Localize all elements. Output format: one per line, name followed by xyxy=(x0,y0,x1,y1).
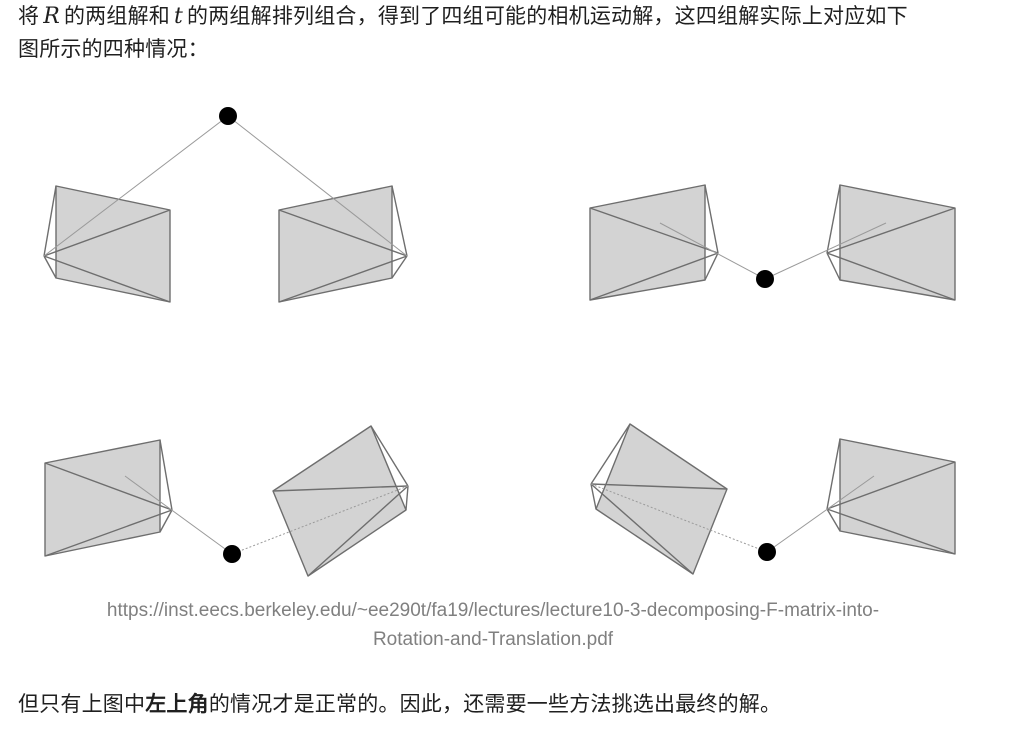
conclusion-text-2: 的情况才是正常的。因此，还需要一些方法挑选出最终的解。 xyxy=(208,692,782,716)
intro-text-4: 图所示的四种情况： xyxy=(18,37,209,61)
figure-caption-link-cont[interactable]: Rotation-and-Translation.pdf xyxy=(0,625,986,654)
camera-left-rotated xyxy=(590,423,728,575)
conclusion-bold: 左上角 xyxy=(145,692,209,716)
scene-point xyxy=(756,270,774,288)
figure-caption-link[interactable]: https://inst.eecs.berkeley.edu/~ee290t/f… xyxy=(0,596,986,625)
math-var-t: t xyxy=(173,4,184,29)
intro-text-1: 将 xyxy=(18,4,40,28)
panel-top-left xyxy=(43,107,408,303)
math-var-r: R xyxy=(43,4,60,29)
camera-right xyxy=(826,438,956,555)
panel-bottom-left xyxy=(44,425,409,577)
conclusion-paragraph: 但只有上图中左上角的情况才是正常的。因此，还需要一些方法挑选出最终的解。 xyxy=(18,688,988,720)
camera-left xyxy=(44,439,173,557)
four-solutions-figure xyxy=(43,107,956,577)
camera-left xyxy=(43,185,171,303)
camera-right-rotated xyxy=(272,425,409,577)
scene-point xyxy=(223,545,241,563)
intro-text-3: 的两组解排列组合，得到了四组可能的相机运动解，这四组解实际上对应如下 xyxy=(187,4,908,28)
intro-text-2: 的两组解和 xyxy=(63,4,170,28)
scene-point xyxy=(219,107,237,125)
panel-bottom-right xyxy=(590,423,956,575)
camera-right xyxy=(278,185,408,303)
intro-paragraph: 将 R 的两组解和 t 的两组解排列组合，得到了四组可能的相机运动解，这四组解实际上对应… xyxy=(18,0,988,65)
panel-top-right xyxy=(589,184,956,301)
scene-point xyxy=(758,543,776,561)
camera-left xyxy=(589,184,719,301)
camera-right xyxy=(826,184,956,301)
conclusion-text-1: 但只有上图中 xyxy=(18,692,146,716)
